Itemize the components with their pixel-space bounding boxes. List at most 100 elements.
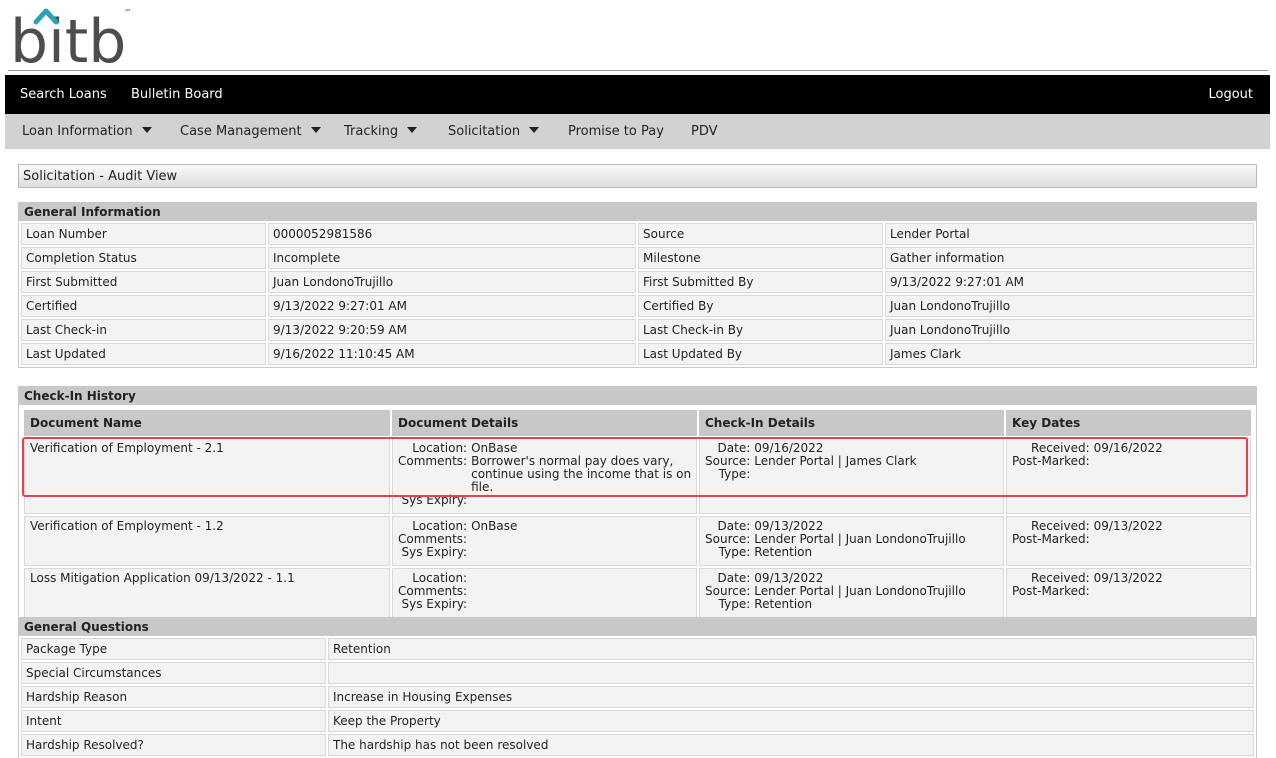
info-label: Last Check-in By (638, 319, 883, 341)
detail-value: Retention (754, 597, 813, 611)
checkin-history-table: Document Name Document Details Check-In … (22, 408, 1253, 620)
question-answer: Keep the Property (328, 710, 1254, 732)
general-information-header: General Information (19, 203, 1256, 221)
document-name-cell: Verification of Employment - 1.2 (24, 516, 390, 566)
question-label: Special Circumstances (21, 662, 326, 684)
info-row: Last Check-in 9/13/2022 9:20:59 AM Last Ch… (21, 319, 1254, 341)
caret-down-icon (529, 127, 540, 133)
question-answer: Retention (328, 638, 1254, 660)
document-name[interactable]: Verification of Employment - 1.2 (30, 519, 224, 533)
caret-down-icon (141, 127, 152, 133)
document-name-cell: Verification of Employment - 2.1 (24, 438, 390, 514)
document-name-cell: Loss Mitigation Application 09/13/2022 -… (24, 568, 390, 618)
detail-row: Type: (705, 468, 917, 481)
nav-bulletin-board[interactable]: Bulletin Board (131, 87, 223, 102)
checkin-header-row: Document Name Document Details Check-In … (24, 410, 1251, 436)
menu-promise-to-pay[interactable]: Promise to Pay (568, 124, 664, 139)
checkin-row: Loss Mitigation Application 09/13/2022 -… (24, 568, 1251, 618)
key-dates-cell: Received: 09/16/2022 Post-Marked: (1006, 438, 1251, 514)
document-details-cell: Location: OnBase Comments: Sys Expiry: (392, 516, 697, 566)
menu-tracking[interactable]: Tracking (344, 124, 418, 139)
info-value: 9/13/2022 9:20:59 AM (268, 319, 636, 341)
detail-row: Post-Marked: (1012, 585, 1163, 598)
detail-value (471, 533, 517, 546)
detail-label: Sys Expiry: (401, 545, 468, 559)
page-title: Solicitation - Audit View (23, 169, 178, 184)
info-value: Lender Portal (885, 223, 1254, 245)
detail-value: Borrower's normal pay does vary, continu… (471, 454, 692, 494)
detail-value (1094, 533, 1163, 546)
info-value: 0000052981586 (268, 223, 636, 245)
detail-value (1094, 455, 1163, 468)
question-row: Package Type Retention (21, 638, 1254, 660)
question-row: Hardship Resolved? The hardship has not b… (21, 734, 1254, 756)
checkin-row: Verification of Employment - 1.2 Location… (24, 516, 1251, 566)
detail-row: Type: Retention (705, 598, 966, 611)
detail-value: Retention (754, 545, 813, 559)
info-row: Last Updated 9/16/2022 11:10:45 AM Last Up… (21, 343, 1254, 365)
question-label: Intent (21, 710, 326, 732)
info-label: Loan Number (21, 223, 266, 245)
detail-value (471, 546, 517, 559)
menu-label: Solicitation (448, 124, 521, 139)
menu-label: Case Management (180, 124, 302, 139)
key-dates-cell: Received: 09/13/2022 Post-Marked: (1006, 568, 1251, 618)
logo-trademark: ™ (124, 8, 132, 17)
info-value: Incomplete (268, 247, 636, 269)
detail-label: Type: (718, 597, 751, 611)
info-value: 9/13/2022 9:27:01 AM (268, 295, 636, 317)
col-document-name: Document Name (24, 410, 390, 436)
info-value: James Clark (885, 343, 1254, 365)
header-divider (8, 70, 1268, 71)
question-label: Package Type (21, 638, 326, 660)
nav-search-loans[interactable]: Search Loans (20, 87, 107, 102)
menu-label: Tracking (344, 124, 399, 139)
info-value: Juan LondonoTrujillo (885, 319, 1254, 341)
info-label: First Submitted (21, 271, 266, 293)
col-checkin-details: Check-In Details (699, 410, 1004, 436)
detail-row: Sys Expiry: (398, 598, 471, 611)
detail-label: Type: (718, 467, 751, 481)
menu-pdv[interactable]: PDV (691, 124, 718, 139)
menu-label: Loan Information (22, 124, 133, 139)
general-information-panel: General Information Loan Number 000005298… (18, 202, 1257, 368)
detail-value: Lender Portal | James Clark (754, 454, 917, 468)
info-label: Source (638, 223, 883, 245)
question-label: Hardship Resolved? (21, 734, 326, 756)
menu-case-management[interactable]: Case Management (180, 124, 321, 139)
info-label: Certified (21, 295, 266, 317)
info-value: 9/13/2022 9:27:01 AM (885, 271, 1254, 293)
logout-link[interactable]: Logout (1208, 87, 1253, 102)
detail-value: 09/16/2022 (1093, 441, 1163, 455)
checkin-row: Verification of Employment - 2.1 Location… (24, 438, 1251, 514)
sub-nav: Loan Information Case Management Trackin… (5, 114, 1270, 149)
brand-logo[interactable]: bitb ™ (10, 6, 140, 77)
menu-solicitation[interactable]: Solicitation (448, 124, 540, 139)
key-dates-cell: Received: 09/13/2022 Post-Marked: (1006, 516, 1251, 566)
info-label: Completion Status (21, 247, 266, 269)
detail-row: Type: Retention (705, 546, 966, 559)
document-name[interactable]: Loss Mitigation Application 09/13/2022 -… (30, 571, 295, 585)
menu-label: Promise to Pay (568, 124, 664, 139)
col-key-dates: Key Dates (1006, 410, 1251, 436)
menu-loan-information[interactable]: Loan Information (22, 124, 152, 139)
info-row: Certified 9/13/2022 9:27:01 AM Certified B… (21, 295, 1254, 317)
info-label: Last Updated (21, 343, 266, 365)
checkin-details-cell: Date: 09/13/2022 Source: Lender Portal | Ju… (699, 516, 1004, 566)
document-name[interactable]: Verification of Employment - 2.1 (30, 441, 224, 455)
general-questions-table: Package Type Retention Special Circumstanc… (19, 636, 1256, 758)
info-row: Completion Status Incomplete Milestone Gath… (21, 247, 1254, 269)
detail-value (754, 468, 916, 481)
detail-value: 09/13/2022 (1093, 571, 1163, 585)
info-row: First Submitted Juan LondonoTrujillo First… (21, 271, 1254, 293)
logo-wordmark: bitb (10, 7, 126, 68)
caret-down-icon (310, 127, 321, 133)
menu-label: PDV (691, 124, 718, 139)
detail-label: Post-Marked: (1012, 532, 1090, 546)
detail-value (471, 494, 692, 507)
detail-label: Sys Expiry: (401, 597, 468, 611)
question-answer: Increase in Housing Expenses (328, 686, 1254, 708)
info-value: Juan LondonoTrujillo (885, 295, 1254, 317)
general-information-table: Loan Number 0000052981586 Source Lender Por… (19, 221, 1256, 367)
checkin-details-cell: Date: 09/16/2022 Source: Lender Portal | Ja… (699, 438, 1004, 514)
